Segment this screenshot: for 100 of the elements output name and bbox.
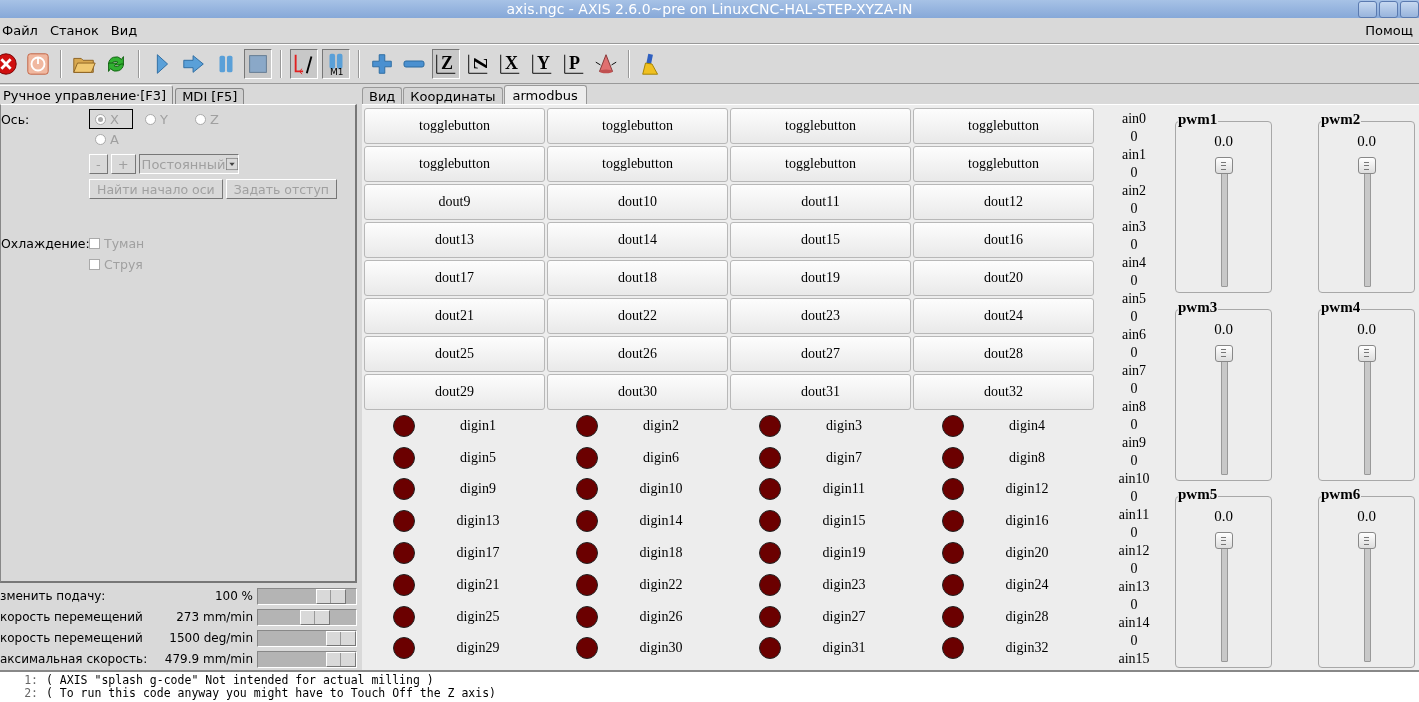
toggle-button[interactable]: dout30 — [547, 374, 728, 410]
tab[interactable]: MDI [F5] — [175, 88, 245, 104]
ain-label: ain9 — [1121, 434, 1147, 452]
tab[interactable]: armodbus — [503, 85, 587, 104]
toggle-button[interactable]: togglebutton — [364, 108, 545, 144]
toggle-button[interactable]: dout15 — [730, 222, 911, 258]
toggle-button[interactable]: dout12 — [913, 184, 1094, 220]
ain-value: 0 — [1130, 560, 1138, 578]
digin-label: digin9 — [459, 481, 497, 498]
group-title: pwm6 — [1321, 486, 1362, 504]
digin-label: digin24 — [1004, 576, 1050, 593]
override-label: корость перемещений — [0, 609, 144, 626]
digin-label: digin2 — [642, 417, 680, 434]
toggle-button[interactable]: dout9 — [364, 184, 545, 220]
menu-item[interactable]: Помощ — [1359, 20, 1419, 41]
slider-value: 0.0 — [1213, 508, 1234, 526]
slider-track[interactable] — [1357, 344, 1376, 475]
toggle-button[interactable]: dout31 — [730, 374, 911, 410]
ain-value: 0 — [1130, 164, 1138, 182]
toolbar-button[interactable] — [290, 49, 318, 79]
toggle-button[interactable]: dout13 — [364, 222, 545, 258]
digin-label: digin14 — [638, 513, 684, 530]
ain-value: 0 — [1130, 128, 1138, 146]
power-icon — [25, 50, 51, 78]
digin-label: digin31 — [821, 640, 867, 657]
tab[interactable]: Координаты — [403, 87, 503, 104]
toggle-button[interactable]: dout21 — [364, 298, 545, 334]
slider-handle[interactable] — [1214, 532, 1233, 550]
slider-track[interactable] — [1214, 532, 1233, 663]
ain-label: ain13 — [1118, 578, 1150, 596]
close-button[interactable] — [1400, 1, 1419, 18]
toggle-button[interactable]: togglebutton — [913, 108, 1094, 144]
toggle-button[interactable]: dout28 — [913, 336, 1094, 372]
slider-handle[interactable] — [1357, 344, 1376, 362]
slider-track[interactable] — [1357, 157, 1376, 287]
group-title: pwm5 — [1178, 486, 1219, 504]
toggle-button[interactable]: dout24 — [913, 298, 1094, 334]
toggle-button[interactable]: togglebutton — [364, 146, 545, 182]
digin-label: digin30 — [638, 640, 684, 657]
slider-track[interactable] — [1214, 157, 1233, 287]
toggle-button[interactable]: dout18 — [547, 260, 728, 296]
menu-item[interactable]: Файл — [0, 20, 44, 41]
toolbar-button[interactable]: Z — [432, 49, 460, 79]
slider-handle[interactable] — [1214, 157, 1233, 174]
toggle-button[interactable]: dout11 — [730, 184, 911, 220]
slider-track[interactable] — [1214, 344, 1233, 475]
toggle-button[interactable]: dout19 — [730, 260, 911, 296]
toggle-button[interactable]: dout23 — [730, 298, 911, 334]
toggle-button[interactable]: dout22 — [547, 298, 728, 334]
toggle-button[interactable]: dout27 — [730, 336, 911, 372]
maximize-button[interactable] — [1379, 1, 1398, 18]
toggle-button[interactable]: dout10 — [547, 184, 728, 220]
tab[interactable]: Ручное управление·[F3] — [0, 85, 174, 104]
axis-label: Ось: — [1, 111, 31, 129]
toggle-button[interactable]: dout17 — [364, 260, 545, 296]
digin-label: digin26 — [638, 608, 684, 625]
toggle-button[interactable]: dout14 — [547, 222, 728, 258]
slider-track[interactable] — [257, 609, 357, 626]
digin-label: digin10 — [638, 481, 684, 498]
digin-label: digin22 — [638, 576, 684, 593]
toggle-button[interactable]: togglebutton — [547, 108, 728, 144]
toggle-button[interactable]: dout26 — [547, 336, 728, 372]
digin-label: digin17 — [455, 545, 501, 562]
ain-value: 0 — [1130, 524, 1138, 542]
slider-handle[interactable] — [1357, 532, 1376, 550]
minimize-button[interactable] — [1358, 1, 1377, 18]
toggle-button[interactable]: togglebutton — [547, 146, 728, 182]
override-label: зменить подачу: — [0, 588, 107, 605]
ain-value: 0 — [1130, 416, 1138, 434]
digin-label: digin18 — [638, 545, 684, 562]
ain-value: 0 — [1130, 632, 1138, 650]
ain-label: ain4 — [1121, 254, 1147, 272]
toggle-button[interactable]: togglebutton — [730, 146, 911, 182]
digin-label: digin6 — [642, 449, 680, 466]
slider-track[interactable] — [257, 651, 357, 668]
toggle-button[interactable]: dout20 — [913, 260, 1094, 296]
ain-label: ain7 — [1121, 362, 1147, 380]
digin-label: digin23 — [821, 576, 867, 593]
digin-label: digin25 — [455, 608, 501, 625]
toggle-button[interactable]: dout16 — [913, 222, 1094, 258]
toggle-button[interactable]: dout32 — [913, 374, 1094, 410]
digin-label: digin27 — [821, 608, 867, 625]
ain-label: ain14 — [1118, 614, 1150, 632]
toggle-button[interactable]: togglebutton — [913, 146, 1094, 182]
digin-label: digin8 — [1008, 449, 1046, 466]
slider-handle[interactable] — [1357, 157, 1376, 174]
slider-track[interactable] — [257, 588, 357, 605]
menu-item[interactable]: Вид — [104, 20, 144, 41]
toggle-button[interactable]: dout25 — [364, 336, 545, 372]
group-title: pwm1 — [1178, 111, 1219, 128]
slider-track[interactable] — [257, 630, 357, 647]
ain-value: 0 — [1130, 596, 1138, 614]
toggle-button[interactable]: dout29 — [364, 374, 545, 410]
slider-handle[interactable] — [1214, 344, 1233, 362]
toolbar-button[interactable]: M1 — [322, 49, 350, 79]
slider-track[interactable] — [1357, 532, 1376, 663]
menu-item[interactable]: Станок — [43, 20, 105, 41]
toggle-button[interactable]: togglebutton — [730, 108, 911, 144]
tab[interactable]: Вид — [362, 87, 403, 104]
override-value: 273 mm/min — [175, 609, 254, 626]
